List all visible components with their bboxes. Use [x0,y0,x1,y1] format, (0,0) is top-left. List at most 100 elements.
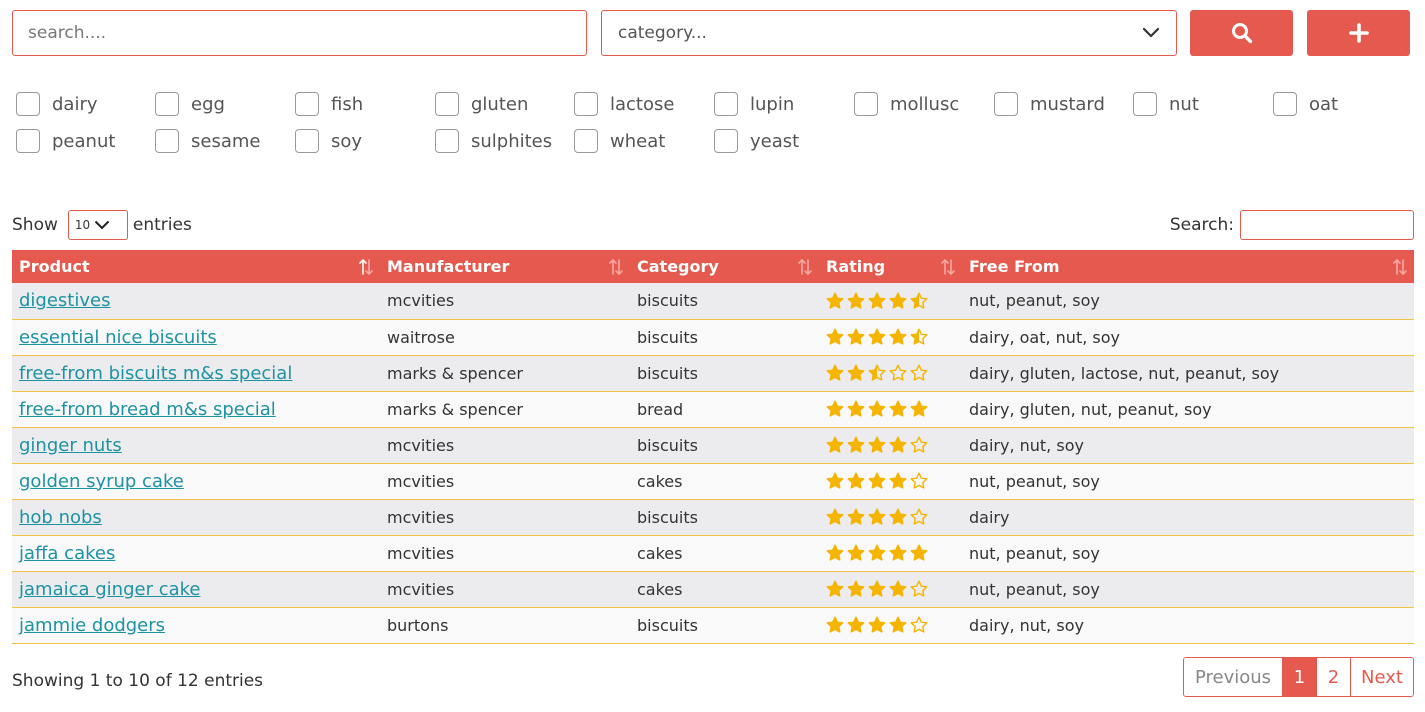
allergen-checkbox[interactable]: oat [1273,91,1338,117]
product-link[interactable]: golden syrup cake [19,471,184,492]
product-link[interactable]: jamaica ginger cake [19,579,201,600]
star-full-icon [889,508,907,525]
search-button[interactable] [1190,10,1293,56]
allergen-checkbox[interactable]: dairy [16,91,98,117]
product-cell: essential nice biscuits [12,319,380,356]
star-half-icon [868,364,886,381]
product-link[interactable]: digestives [19,290,110,311]
checkbox[interactable] [574,129,598,153]
allergen-checkbox[interactable]: fish [295,91,363,117]
page-1-button[interactable]: 1 [1282,658,1316,696]
rating-cell [819,607,962,644]
product-link[interactable]: essential nice biscuits [19,327,217,348]
allergen-checkbox[interactable]: lupin [714,91,794,117]
entries-length-select[interactable]: 10 [67,210,128,240]
free-from-cell: dairy, nut, soy [962,607,1414,644]
category-select[interactable]: category... [601,10,1177,56]
star-full-icon [889,292,907,309]
product-link[interactable]: ginger nuts [19,435,122,456]
allergen-checkbox[interactable]: yeast [714,128,799,154]
search-input[interactable] [12,10,587,56]
star-rating [826,472,955,490]
rating-cell [819,535,962,572]
chevron-down-icon [1142,27,1160,38]
column-header-manufacturer[interactable]: Manufacturer [380,250,630,283]
add-button[interactable] [1307,10,1410,56]
product-link[interactable]: jaffa cakes [19,543,115,564]
checkbox[interactable] [295,129,319,153]
checkbox[interactable] [155,129,179,153]
page-2-button[interactable]: 2 [1316,658,1350,696]
table-row: ginger nuts mcvities biscuits dairy, nut, s… [12,427,1414,464]
star-full-icon [847,436,865,453]
allergen-label: wheat [610,130,666,152]
free-from-cell: dairy, nut, soy [962,427,1414,464]
product-link[interactable]: free-from biscuits m&s special [19,363,292,384]
table-row: free-from bread m&s special marks & spenc… [12,391,1414,428]
star-empty-icon [910,472,928,489]
free-from-cell: dairy, oat, nut, soy [962,319,1414,356]
allergen-checkbox[interactable]: mustard [994,91,1105,117]
star-full-icon [889,580,907,597]
next-page-button[interactable]: Next [1350,658,1413,696]
plus-icon [1348,23,1369,43]
allergen-checkbox[interactable]: soy [295,128,362,154]
allergen-checkbox[interactable]: gluten [435,91,528,117]
column-header-category[interactable]: Category [630,250,819,283]
checkbox[interactable] [1133,92,1157,116]
column-header-label: Category [637,257,719,276]
checkbox[interactable] [854,92,878,116]
checkbox[interactable] [16,129,40,153]
checkbox[interactable] [435,92,459,116]
star-rating [826,364,955,382]
table-search-input[interactable] [1240,210,1414,240]
allergen-checkbox[interactable]: wheat [574,128,665,154]
entries-length-value: 10 [74,218,91,232]
category-cell: biscuits [630,607,819,644]
product-link[interactable]: hob nobs [19,507,102,528]
allergen-checkbox[interactable]: mollusc [854,91,959,117]
column-header-label: Product [19,257,90,276]
table-search-label: Search: [1169,215,1234,235]
star-full-icon [826,292,844,309]
star-full-icon [847,400,865,417]
checkbox[interactable] [714,92,738,116]
product-link[interactable]: jammie dodgers [19,615,165,636]
previous-page-button[interactable]: Previous [1184,658,1282,696]
star-full-icon [868,472,886,489]
checkbox[interactable] [714,129,738,153]
show-label: Show [12,215,58,235]
star-full-icon [847,472,865,489]
star-full-icon [889,616,907,633]
column-header-rating[interactable]: Rating [819,250,962,283]
checkbox[interactable] [1273,92,1297,116]
allergen-checkbox[interactable]: peanut [16,128,115,154]
checkbox[interactable] [295,92,319,116]
allergen-checkbox[interactable]: lactose [574,91,674,117]
allergen-checkbox[interactable]: sulphites [435,128,552,154]
product-cell: jamaica ginger cake [12,571,380,608]
category-cell: biscuits [630,499,819,536]
table-row: free-from biscuits m&s special marks & sp… [12,355,1414,392]
free-from-cell: nut, peanut, soy [962,535,1414,572]
checkbox[interactable] [574,92,598,116]
allergen-checkbox[interactable]: nut [1133,91,1199,117]
checkbox[interactable] [155,92,179,116]
checkbox[interactable] [435,129,459,153]
allergen-checkbox[interactable]: egg [155,91,225,117]
allergen-checkbox[interactable]: sesame [155,128,260,154]
column-header-free-from[interactable]: Free From [962,250,1414,283]
product-cell: ginger nuts [12,427,380,464]
star-full-icon [826,508,844,525]
sort-icon [1393,258,1407,276]
column-header-product[interactable]: Product [12,250,380,283]
star-full-icon [868,580,886,597]
checkbox[interactable] [16,92,40,116]
manufacturer-cell: mcvities [380,499,630,536]
star-full-icon [826,400,844,417]
star-full-icon [868,292,886,309]
product-link[interactable]: free-from bread m&s special [19,399,276,420]
allergen-label: dairy [52,93,98,115]
checkbox[interactable] [994,92,1018,116]
rating-cell [819,283,962,320]
